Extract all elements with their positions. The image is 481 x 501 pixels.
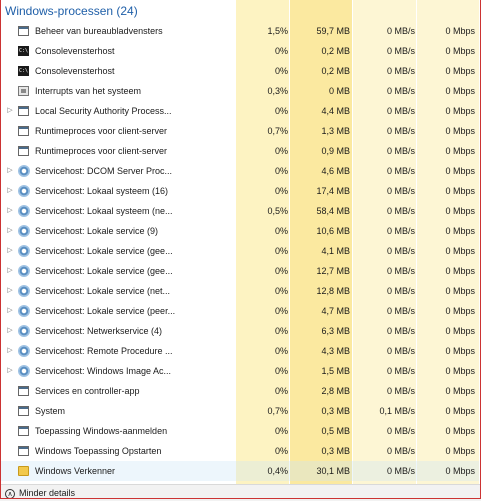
window-frame: [0, 0, 481, 499]
